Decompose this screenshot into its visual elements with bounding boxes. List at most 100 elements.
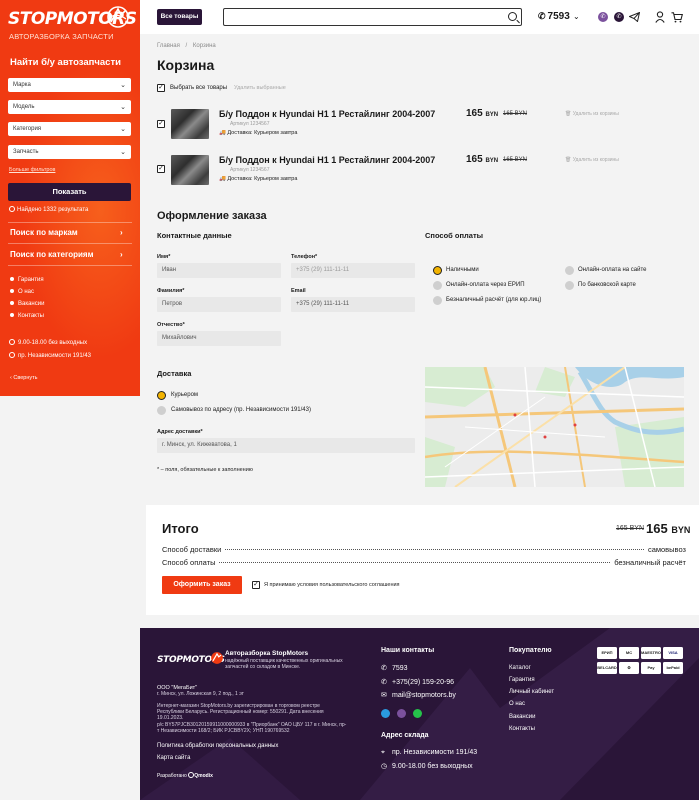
- store-address[interactable]: пр. Независимости 191/43: [9, 352, 91, 359]
- breadcrumb-home[interactable]: Главная: [157, 43, 180, 49]
- search-input[interactable]: [223, 8, 522, 26]
- footer-phone-short[interactable]: ✆ 7593: [381, 664, 408, 672]
- divider: [8, 243, 132, 244]
- phone-icon: ✆: [381, 665, 387, 672]
- apple-pay-icon: Pay: [641, 662, 661, 674]
- item-checkbox[interactable]: ✓: [157, 120, 165, 128]
- menu-item-vacancies[interactable]: Вакансии: [10, 301, 44, 307]
- product-price: 165 BYN: [466, 108, 498, 119]
- brand-select[interactable]: Марка ⌄: [8, 78, 131, 92]
- footer-link-vacancies[interactable]: Вакансии: [509, 714, 535, 720]
- payment-radio-erip[interactable]: [433, 281, 442, 290]
- agree-label: Я принимаю условия пользовательского сог…: [264, 582, 400, 588]
- company-address: г. Минск, ул. Ложинская 9, 2 под., 1 эт: [157, 691, 244, 697]
- menu-item-contacts[interactable]: Контакты: [10, 313, 44, 319]
- breadcrumb-separator: /: [185, 43, 188, 49]
- delivery-title: Доставка: [157, 369, 192, 378]
- search-by-category-link[interactable]: Поиск по категориям ›: [10, 250, 130, 259]
- viber-icon[interactable]: ✆: [598, 12, 608, 22]
- hours-text: 9.00-18.00 без выходных: [18, 340, 88, 346]
- chevron-down-icon[interactable]: ⌄: [573, 12, 580, 21]
- footer-link-catalog[interactable]: Каталог: [509, 665, 531, 671]
- warehouse-address[interactable]: ⌖ пр. Независимости 191/43: [381, 749, 477, 757]
- select-label: Марка: [13, 82, 31, 88]
- required-note: * – поля, обязательные к заполнению: [157, 467, 253, 473]
- phone-text: 7593: [547, 11, 570, 22]
- collapse-sidebar-button[interactable]: ‹ Свернуть: [10, 375, 38, 381]
- place-order-button[interactable]: Оформить заказ: [162, 576, 242, 594]
- delivery-radio-pickup[interactable]: [157, 406, 166, 415]
- whatsapp-icon[interactable]: ✆: [614, 12, 624, 22]
- footer-phone-mobile[interactable]: ✆ +375(29) 159-20-96: [381, 678, 454, 686]
- sitemap-link[interactable]: Карта сайта: [157, 755, 190, 761]
- search-icon[interactable]: [508, 12, 517, 21]
- footer-link-about[interactable]: О нас: [509, 701, 525, 707]
- whatsapp-icon[interactable]: [413, 709, 422, 718]
- belcard-icon: BELCARD: [597, 662, 617, 674]
- first-name-field[interactable]: Иван: [157, 263, 281, 278]
- payment-radio-cashless[interactable]: [433, 296, 442, 305]
- total-price-value: 165: [646, 521, 668, 536]
- footer-link-account[interactable]: Личный кабинет: [509, 689, 554, 695]
- menu-item-guarantee[interactable]: Гарантия: [10, 277, 44, 283]
- footer-tagline-title: Авторазборка StopMotors: [225, 650, 309, 657]
- remove-label: Удалить из корзины: [572, 111, 619, 117]
- summary-row-delivery: Способ доставки самовывоз: [162, 545, 686, 554]
- telegram-icon[interactable]: [629, 12, 640, 22]
- developer-credit[interactable]: Разработано Qmodix: [157, 772, 213, 779]
- more-filters-link[interactable]: Больше фильтров: [9, 167, 55, 173]
- footer-email[interactable]: ✉ mail@stopmotors.by: [381, 691, 456, 699]
- phone-number[interactable]: ✆ 7593: [538, 11, 570, 22]
- part-select[interactable]: Запчасть ⌄: [8, 145, 131, 159]
- price-value: 165: [466, 154, 483, 165]
- payment-radio-cash[interactable]: [433, 266, 442, 275]
- last-name-field[interactable]: Петров: [157, 297, 281, 312]
- payment-radio-card[interactable]: [565, 281, 574, 290]
- divider: [8, 265, 132, 266]
- telegram-icon[interactable]: [381, 709, 390, 718]
- all-goods-button[interactable]: Все товары: [157, 9, 202, 25]
- product-title[interactable]: Б/у Поддон к Hyundai H1 1 Рестайлинг 200…: [219, 109, 435, 119]
- footer-link-contacts[interactable]: Контакты: [509, 726, 535, 732]
- summary-value: безналичный расчёт: [614, 558, 686, 567]
- remove-from-cart-button[interactable]: 🗑 Удалить из корзины: [565, 111, 619, 117]
- bank-info: р/с BY57PJCB30120159911000000933 в "Прио…: [157, 722, 347, 734]
- product-title[interactable]: Б/у Поддон к Hyundai H1 1 Рестайлинг 200…: [219, 155, 435, 165]
- show-button[interactable]: Показать: [8, 183, 131, 201]
- email-field[interactable]: +375 (29) 111-11-11: [291, 297, 415, 312]
- cart-icon[interactable]: [671, 12, 683, 23]
- address-field[interactable]: г. Минск, ул. Кижеватова, 1: [157, 438, 415, 453]
- category-select[interactable]: Категория ⌄: [8, 122, 131, 136]
- user-icon[interactable]: [655, 11, 665, 23]
- search-by-brand-link[interactable]: Поиск по маркам ›: [10, 228, 130, 237]
- delete-selected-button[interactable]: Удалить выбранные: [234, 85, 286, 91]
- clock-icon: ◷: [381, 763, 388, 770]
- payment-radio-online[interactable]: [565, 266, 574, 275]
- viber-icon[interactable]: [397, 709, 406, 718]
- delivery-text: Доставка: Курьером завтра: [227, 176, 298, 182]
- erip-icon: ЕРИП: [597, 647, 617, 659]
- delivery-info: 🚚 Доставка: Курьером завтра: [219, 176, 297, 182]
- select-all-checkbox[interactable]: ✓: [157, 84, 165, 92]
- footer-tagline: надёжный поставщик качественных оригинал…: [225, 658, 343, 670]
- phone-field[interactable]: +375 (29) 111-11-11: [291, 263, 415, 278]
- breadcrumb-current: Корзина: [192, 43, 216, 49]
- chevron-right-icon: ›: [120, 250, 123, 259]
- remove-from-cart-button[interactable]: 🗑 Удалить из корзины: [565, 157, 619, 163]
- product-image[interactable]: [171, 109, 209, 139]
- footer-link-guarantee[interactable]: Гарантия: [509, 677, 535, 683]
- model-select[interactable]: Модель ⌄: [8, 100, 131, 114]
- settings-pay-icon: ⚙: [619, 662, 639, 674]
- select-all-label: Выбрать все товары: [170, 85, 228, 91]
- phone-icon: ✆: [538, 11, 546, 21]
- patronymic-field[interactable]: Михайлович: [157, 331, 281, 346]
- menu-item-about[interactable]: О нас: [10, 289, 34, 295]
- delivery-map[interactable]: [425, 367, 684, 487]
- item-checkbox[interactable]: ✓: [157, 165, 165, 173]
- payment-option-label: Наличными: [446, 267, 479, 273]
- product-image[interactable]: [171, 155, 209, 185]
- delivery-radio-courier[interactable]: [157, 391, 166, 400]
- privacy-policy-link[interactable]: Политика обработки персональных данных: [157, 743, 278, 749]
- agree-checkbox[interactable]: ✓: [252, 581, 260, 589]
- breadcrumb: Главная / Корзина: [157, 43, 216, 49]
